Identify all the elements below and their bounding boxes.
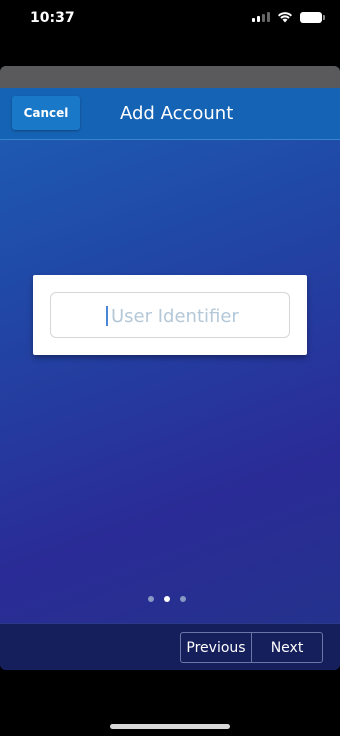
- app-window: Cancel Add Account Previous Next: [0, 66, 340, 670]
- header: Cancel Add Account: [0, 88, 340, 140]
- page-dot-1[interactable]: [148, 596, 154, 602]
- cellular-signal-icon: [252, 12, 270, 22]
- battery-icon: [300, 11, 325, 23]
- previous-button[interactable]: Previous: [181, 633, 252, 662]
- footer: Previous Next: [0, 623, 340, 670]
- status-bar: 10:37: [0, 0, 340, 40]
- user-identifier-card: [33, 275, 307, 355]
- page-dot-2[interactable]: [164, 596, 170, 602]
- nav-button-group: Previous Next: [180, 632, 323, 663]
- page-dot-3[interactable]: [180, 596, 186, 602]
- home-indicator[interactable]: [110, 724, 230, 729]
- status-time: 10:37: [30, 10, 75, 26]
- next-button[interactable]: Next: [252, 633, 322, 662]
- cancel-button[interactable]: Cancel: [12, 96, 80, 130]
- wifi-icon: [278, 12, 292, 23]
- user-identifier-field[interactable]: [50, 292, 290, 338]
- page-indicator: [148, 596, 186, 602]
- top-strip: [0, 66, 340, 88]
- user-identifier-input[interactable]: [111, 302, 281, 330]
- page-title: Add Account: [120, 103, 234, 124]
- status-icons: [252, 11, 325, 23]
- text-cursor: [106, 306, 108, 326]
